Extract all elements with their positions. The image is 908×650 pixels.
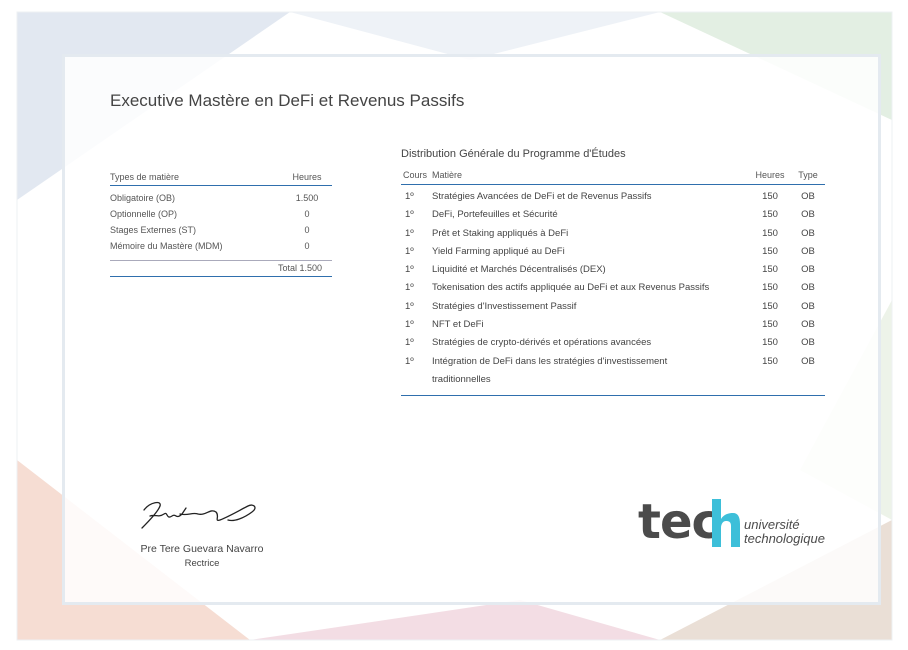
subject-cell: DeFi, Portefeuilles et Sécurité (432, 209, 558, 221)
program-row: 1º Tokenisation des actifs appliquée au D… (401, 279, 825, 297)
type-cell: OB (801, 282, 815, 294)
program-row: 1º Stratégies d'Investissement Passif 150 O… (401, 298, 825, 316)
signatory-name: Pre Tere Guevara Navarro (140, 543, 264, 555)
course-cell: 1º (405, 282, 414, 294)
hours-cell: 150 (762, 227, 778, 239)
program-table: Cours Matière Heures Type 1º Stratégies A… (401, 170, 825, 397)
type-cell: OB (801, 300, 815, 312)
course-cell: 1º (405, 264, 414, 276)
hours-cell: 150 (762, 245, 778, 257)
type-cell: OB (801, 209, 815, 221)
hours-cell: 150 (762, 319, 778, 331)
hours-cell: 150 (762, 337, 778, 349)
subject-cell: NFT et DeFi (432, 319, 484, 331)
summary-row: Mémoire du Mastère (MDM) 0 (110, 238, 332, 254)
col-type: Type (798, 170, 818, 180)
logo-h-glyph (712, 499, 740, 547)
type-cell: OB (801, 319, 815, 331)
type-cell: OB (801, 245, 815, 257)
summary-table-header: Types de matière Heures (110, 172, 332, 186)
summary-hours: 0 (304, 225, 310, 235)
summary-hours: 0 (304, 241, 310, 251)
subject-cell: Stratégies d'Investissement Passif (432, 300, 577, 312)
summary-label: Optionnelle (OP) (110, 209, 178, 219)
col-hours: Heures (292, 172, 322, 182)
signatory-role: Rectrice (184, 558, 220, 569)
summary-total: Total 1.500 (110, 260, 332, 277)
summary-label: Stages Externes (ST) (110, 225, 197, 235)
subject-cell: Intégration de DeFi dans les stratégies … (432, 355, 668, 385)
hours-cell: 150 (762, 191, 778, 202)
type-cell: OB (801, 355, 815, 367)
logo-subtitle: université technologique (744, 518, 825, 546)
program-row: 1º Stratégies de crypto-dérivés et opérat… (401, 334, 825, 352)
subject-cell: Liquidité et Marchés Décentralisés (DEX) (432, 264, 606, 276)
course-cell: 1º (405, 227, 414, 239)
hours-cell: 150 (762, 355, 778, 367)
summary-hours: 1.500 (295, 193, 319, 203)
type-cell: OB (801, 264, 815, 276)
subject-cell: Stratégies de crypto-dérivés et opératio… (432, 337, 652, 349)
subject-cell: Prêt et Staking appliqués à DeFi (432, 227, 569, 239)
program-table-title: Distribution Générale du Programme d'Étu… (401, 148, 626, 160)
type-cell: OB (801, 227, 815, 239)
course-cell: 1º (405, 300, 414, 312)
program-row: 1º DeFi, Portefeuilles et Sécurité 150 OB (401, 206, 825, 224)
hours-cell: 150 (762, 264, 778, 276)
document-title: Executive Mastère en DeFi et Revenus Pas… (110, 91, 465, 110)
course-cell: 1º (405, 209, 414, 221)
program-table-body: 1º Stratégies Avancées de DeFi et de Reve… (401, 185, 825, 397)
hours-cell: 150 (762, 209, 778, 221)
program-row: 1º NFT et DeFi 150 OB (401, 316, 825, 334)
summary-row: Obligatoire (OB) 1.500 (110, 190, 332, 206)
course-cell: 1º (405, 337, 414, 349)
summary-label: Obligatoire (OB) (110, 193, 176, 203)
course-cell: 1º (405, 319, 414, 331)
signature-image (141, 501, 256, 529)
course-cell: 1º (405, 191, 414, 202)
hours-cell: 150 (762, 282, 778, 294)
col-subject: Matière (432, 170, 463, 180)
program-row: 1º Stratégies Avancées de DeFi et de Reve… (401, 188, 825, 206)
logo-wordmark: tec (638, 494, 720, 550)
col-hours: Heures (755, 170, 785, 180)
summary-row: Optionnelle (OP) 0 (110, 206, 332, 222)
program-row: 1º Prêt et Staking appliqués à DeFi 150 OB (401, 225, 825, 243)
logo-line2: technologique (744, 531, 825, 546)
program-row: 1º Intégration de DeFi dans les stratégie… (401, 353, 825, 390)
logo-line1: université (744, 517, 800, 532)
summary-label: Mémoire du Mastère (MDM) (110, 241, 223, 251)
course-cell: 1º (405, 245, 414, 257)
program-row: 1º Liquidité et Marchés Décentralisés (DE… (401, 261, 825, 279)
subject-cell: Tokenisation des actifs appliquée au DeF… (432, 282, 710, 294)
subject-cell: Yield Farming appliqué au DeFi (432, 245, 565, 257)
type-cell: OB (801, 337, 815, 349)
program-table-header: Cours Matière Heures Type (401, 170, 825, 185)
hours-cell: 150 (762, 300, 778, 312)
col-course: Cours (403, 170, 428, 180)
summary-hours: 0 (304, 209, 310, 219)
subject-cell: Stratégies Avancées de DeFi et de Revenu… (432, 191, 652, 202)
col-subject-type: Types de matière (110, 172, 180, 182)
course-cell: 1º (405, 355, 414, 367)
type-cell: OB (801, 191, 815, 202)
summary-row: Stages Externes (ST) 0 (110, 222, 332, 238)
program-row: 1º Yield Farming appliqué au DeFi 150 OB (401, 243, 825, 261)
hours-summary-table: Types de matière Heures Obligatoire (OB)… (110, 172, 332, 277)
